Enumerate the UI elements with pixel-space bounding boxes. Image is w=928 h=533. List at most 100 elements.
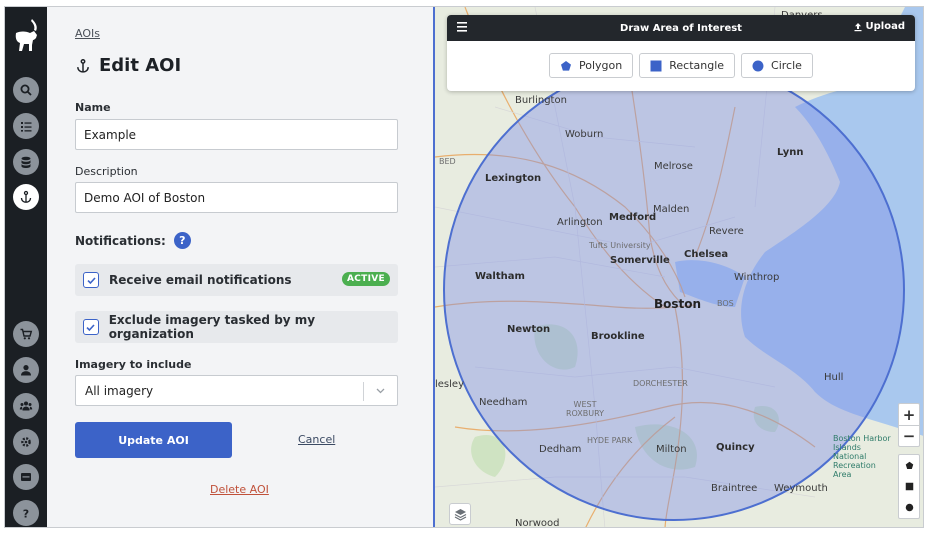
map-label-boston: Boston [654, 297, 702, 311]
map-label-wellesley: lesley [435, 379, 464, 390]
map-polygon-tool[interactable] [899, 455, 919, 476]
map-label-hyde-park: HYDE PARK [587, 436, 633, 445]
zoom-in-button[interactable]: + [899, 404, 919, 425]
map-circle-tool[interactable] [899, 497, 919, 518]
archive-icon [21, 473, 31, 481]
page-title-text: Edit AOI [99, 55, 182, 76]
map-label-waltham: Waltham [475, 271, 525, 282]
email-notifications-label: Receive email notifications [109, 273, 292, 287]
sidebar: ? [5, 7, 47, 527]
exclude-imagery-checkbox[interactable] [83, 319, 99, 335]
map-label-brookline: Brookline [591, 331, 645, 342]
map-label-somerville: Somerville [610, 255, 670, 266]
sidebar-item-help[interactable]: ? [13, 500, 39, 526]
imagery-select[interactable]: All imagery [75, 375, 398, 406]
gear-icon [21, 437, 31, 447]
map-label-revere: Revere [709, 226, 744, 237]
circle-icon [752, 60, 764, 71]
name-field[interactable]: Example [75, 119, 398, 150]
cancel-link[interactable]: Cancel [298, 433, 335, 446]
map-shape-tools [898, 454, 920, 519]
map-label-melrose: Melrose [654, 161, 693, 172]
map-label-quincy: Quincy [716, 442, 755, 453]
polygon-tool-button[interactable]: Polygon [549, 53, 634, 78]
chevron-down-icon[interactable] [375, 385, 386, 396]
list-icon [21, 122, 32, 132]
map-label-burlington: Burlington [515, 95, 567, 106]
update-aoi-button[interactable]: Update AOI [75, 422, 232, 458]
map-label-norwood: Norwood [515, 518, 560, 527]
sidebar-item-aois[interactable] [13, 184, 39, 210]
sidebar-item-data[interactable] [13, 149, 39, 175]
upload-label: Upload [865, 21, 905, 32]
upload-button[interactable]: Upload [853, 21, 905, 32]
email-notifications-checkbox[interactable] [83, 272, 99, 288]
anchor-icon [20, 190, 32, 203]
square-icon [905, 482, 913, 491]
sidebar-item-tasks[interactable] [13, 113, 39, 139]
circle-tool-button[interactable]: Circle [741, 53, 813, 78]
map-label-harbor-islands: Boston Harbor Islands National Recreatio… [833, 434, 891, 479]
search-icon [20, 84, 32, 96]
sidebar-item-settings[interactable] [13, 429, 39, 455]
map-label-west-roxbury: WEST ROXBURY [565, 400, 605, 418]
rectangle-tool-button[interactable]: Rectangle [639, 53, 736, 78]
draw-aoi-header: Draw Area of Interest Upload [447, 15, 915, 41]
description-field[interactable]: Demo AOI of Boston [75, 182, 398, 213]
pentagon-icon [561, 60, 571, 71]
map-label-medford: Medford [609, 212, 657, 223]
map-label-bed: BED [439, 157, 456, 166]
sidebar-item-team[interactable] [13, 393, 39, 419]
pentagon-icon [905, 461, 913, 469]
map-label-milton: Milton [656, 444, 687, 455]
exclude-imagery-option[interactable]: Exclude imagery tasked by my organizatio… [75, 311, 398, 343]
description-label: Description [75, 165, 138, 178]
anchor-icon [77, 58, 89, 73]
zoom-out-button[interactable]: − [899, 425, 919, 446]
map-label-winthrop: Winthrop [734, 272, 780, 283]
map-label-hull: Hull [824, 372, 844, 383]
map-label-weymouth: Weymouth [774, 483, 828, 494]
select-divider [363, 382, 364, 401]
check-icon [86, 276, 96, 284]
page-title: Edit AOI [75, 55, 181, 76]
map-label-braintree: Braintree [711, 483, 758, 494]
map-label-lynn: Lynn [777, 147, 804, 158]
notifications-label: Notifications: [75, 233, 166, 248]
draw-aoi-title: Draw Area of Interest [620, 22, 742, 34]
svg-text:?: ? [23, 507, 29, 520]
sidebar-item-profile[interactable] [13, 357, 39, 383]
user-icon [21, 365, 31, 376]
map-label-tufts: Tufts University [589, 241, 651, 250]
email-notifications-option[interactable]: Receive email notifications ACTIVE [75, 264, 398, 296]
edit-aoi-panel: AOIs Edit AOI Name Example Description D… [47, 7, 433, 527]
square-icon [650, 60, 662, 71]
zoom-controls: + − [898, 403, 920, 447]
map-label-malden: Malden [653, 204, 690, 215]
map-label-chelsea: Chelsea [684, 249, 729, 260]
map-label-needham: Needham [479, 397, 528, 408]
layers-icon [454, 508, 466, 521]
draw-aoi-panel: Draw Area of Interest Upload Polygon Rec… [447, 15, 915, 91]
circle-tool-label: Circle [771, 59, 802, 72]
help-icon[interactable]: ? [173, 232, 191, 249]
delete-aoi-link[interactable]: Delete AOI [210, 483, 269, 496]
help-icon: ? [23, 507, 29, 520]
map-view[interactable]: Danvers Burlington Woburn Lynn Lexington… [433, 7, 923, 527]
rectangle-tool-label: Rectangle [669, 59, 725, 72]
goat-logo-icon[interactable] [10, 17, 42, 55]
map-rectangle-tool[interactable] [899, 476, 919, 497]
sidebar-item-archive[interactable] [13, 464, 39, 490]
draw-tools: Polygon Rectangle Circle [549, 53, 813, 78]
breadcrumb-aois[interactable]: AOIs [75, 27, 100, 40]
sidebar-item-search[interactable] [13, 77, 39, 103]
polygon-tool-label: Polygon [579, 59, 623, 72]
app-window: ? AOIs Edit AOI Name Example Description… [4, 6, 924, 528]
imagery-select-value: All imagery [85, 383, 154, 398]
map-label-newton: Newton [507, 324, 551, 335]
circle-icon [905, 503, 913, 512]
sidebar-item-cart[interactable] [13, 321, 39, 347]
map-label-lexington: Lexington [485, 173, 542, 184]
map-label-dorchester: DORCHESTER [633, 379, 688, 388]
layers-button[interactable] [449, 503, 471, 525]
